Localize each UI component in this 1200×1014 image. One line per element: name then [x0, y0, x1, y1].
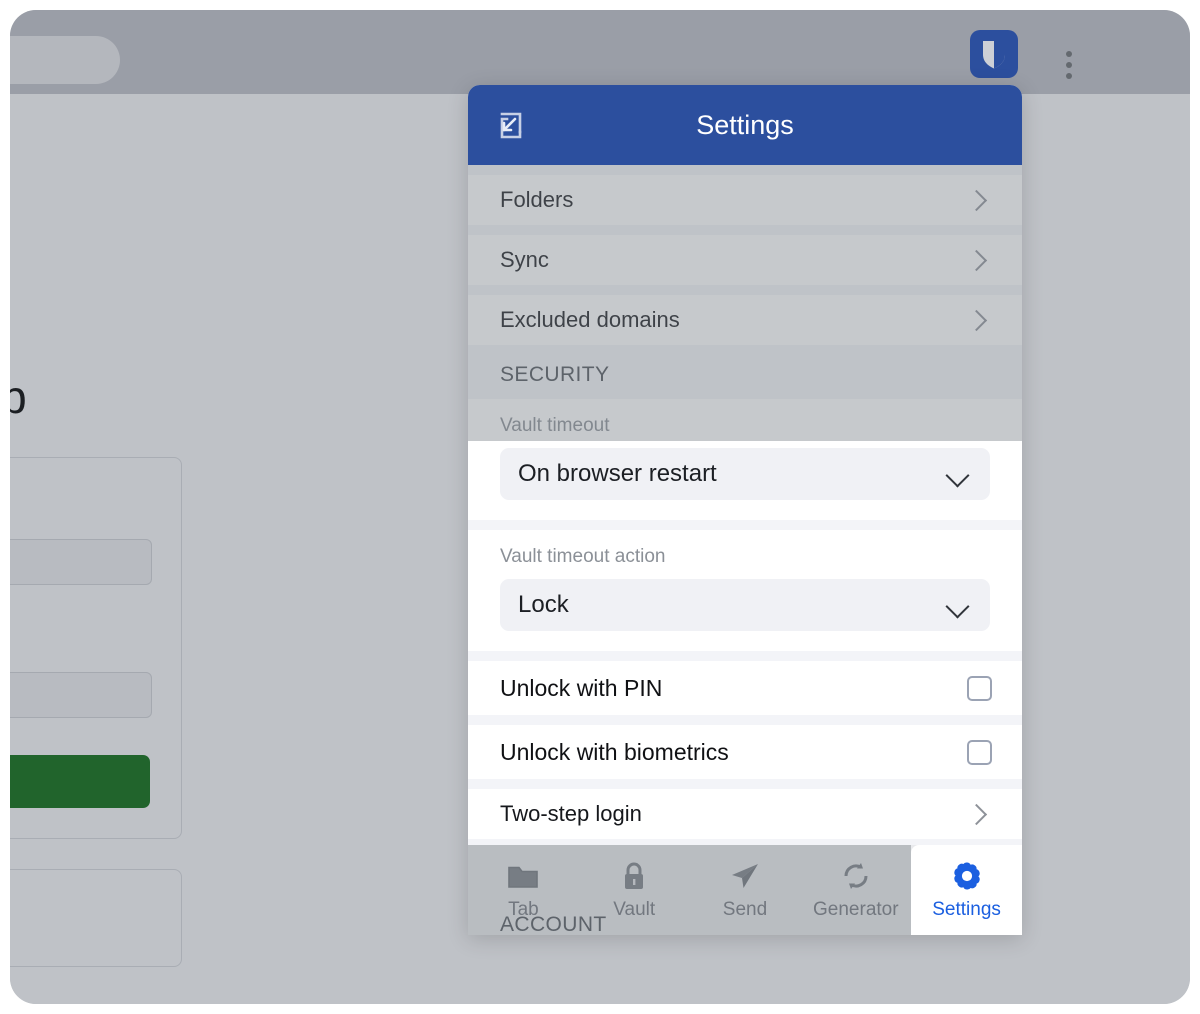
- nav-item-label: Settings: [932, 899, 1001, 921]
- vault-timeout-value: On browser restart: [518, 460, 717, 488]
- vault-timeout-card: Vault timeout On browser restart: [468, 399, 1022, 520]
- nav-item-label: Generator: [813, 899, 899, 921]
- lock-icon: [620, 859, 648, 893]
- settings-row-folders[interactable]: Folders: [468, 175, 1022, 225]
- vault-timeout-action-value: Lock: [518, 591, 569, 619]
- vault-timeout-action-label: Vault timeout action: [500, 546, 990, 568]
- settings-row-sync[interactable]: Sync: [468, 235, 1022, 285]
- password-field[interactable]: [10, 672, 152, 718]
- vault-timeout-label: Vault timeout: [500, 415, 990, 437]
- settings-row-excluded-domains[interactable]: Excluded domains: [468, 295, 1022, 345]
- bitwarden-shield-icon[interactable]: [970, 30, 1018, 78]
- page-title: Settings: [696, 110, 794, 141]
- nav-item-label: Vault: [613, 899, 655, 921]
- browser-window: ub ot password? account.: [10, 10, 1190, 1004]
- settings-row-label: Excluded domains: [500, 307, 680, 333]
- section-heading-security: SECURITY: [468, 345, 1022, 399]
- nav-item-send[interactable]: Send: [690, 845, 801, 935]
- popup-header: Settings: [468, 85, 1022, 165]
- vault-timeout-select[interactable]: On browser restart: [500, 448, 990, 500]
- settings-row-unlock-with-pin[interactable]: Unlock with PIN: [468, 661, 1022, 715]
- create-account-card: [10, 869, 182, 967]
- chevron-right-icon: [966, 803, 987, 824]
- settings-row-unlock-with-biometrics[interactable]: Unlock with biometrics: [468, 725, 1022, 779]
- bitwarden-popup: Settings Folders Sync Excluded domains: [468, 85, 1022, 935]
- unlock-with-biometrics-label: Unlock with biometrics: [500, 739, 729, 766]
- nav-item-generator[interactable]: Generator: [800, 845, 911, 935]
- kebab-dot: [1066, 51, 1072, 57]
- nav-item-label: Send: [723, 899, 767, 921]
- settings-row-label: Sync: [500, 247, 549, 273]
- browser-toolbar: [10, 10, 1190, 94]
- unlock-with-pin-label: Unlock with PIN: [500, 675, 662, 702]
- chevron-right-icon: [966, 249, 987, 270]
- chevron-right-icon: [966, 189, 987, 210]
- screenshot-canvas: ub ot password? account.: [0, 0, 1200, 1014]
- vault-timeout-action-card: Vault timeout action Lock: [468, 530, 1022, 651]
- signin-button[interactable]: [10, 755, 150, 808]
- chevron-down-icon: [945, 463, 969, 487]
- chevron-down-icon: [945, 594, 969, 618]
- nav-item-settings[interactable]: Settings: [911, 845, 1022, 935]
- username-field[interactable]: [10, 539, 152, 585]
- unlock-with-biometrics-checkbox[interactable]: [967, 740, 992, 765]
- settings-row-label: Two-step login: [500, 801, 642, 827]
- section-heading-account: ACCOUNT: [500, 913, 607, 935]
- chevron-right-icon: [966, 309, 987, 330]
- site-wordmark: ub: [10, 374, 26, 420]
- settings-list: Folders Sync Excluded domains SECURITY V…: [468, 165, 1022, 935]
- paper-plane-icon: [729, 859, 761, 893]
- settings-row-two-step-login[interactable]: Two-step login: [468, 789, 1022, 839]
- kebab-menu-icon[interactable]: [1050, 42, 1088, 88]
- popout-expand-icon[interactable]: [486, 103, 530, 147]
- kebab-dot: [1066, 73, 1072, 79]
- address-bar[interactable]: [10, 36, 120, 84]
- refresh-icon: [840, 859, 872, 893]
- settings-row-label: Folders: [500, 187, 573, 213]
- folder-icon: [507, 859, 539, 893]
- gear-icon: [951, 859, 983, 893]
- kebab-dot: [1066, 62, 1072, 68]
- unlock-with-pin-checkbox[interactable]: [967, 676, 992, 701]
- vault-timeout-action-select[interactable]: Lock: [500, 579, 990, 631]
